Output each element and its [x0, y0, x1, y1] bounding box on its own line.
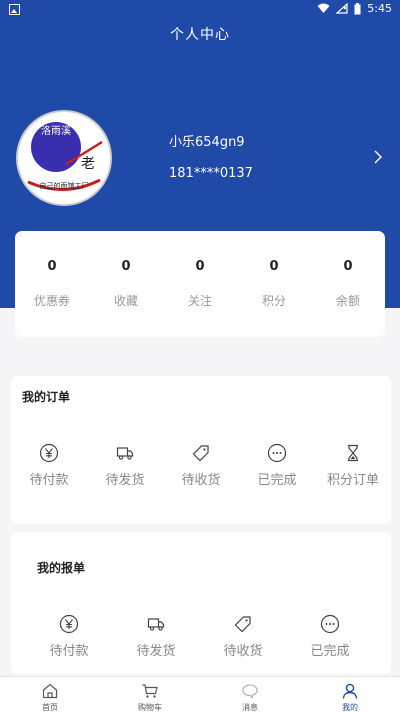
status-bar: 5:45: [0, 0, 400, 20]
tab-profile[interactable]: 我的: [300, 677, 400, 715]
order-item-label: 待付款: [29, 473, 69, 488]
reports-title: 我的报单: [37, 561, 86, 575]
report-item-label: 待发货: [136, 644, 176, 659]
home-icon: [42, 683, 58, 699]
order-item-label: 待发货: [105, 473, 145, 488]
stat-label: 收藏: [113, 294, 138, 308]
stat-value: 0: [343, 259, 353, 274]
order-item-label: 已完成: [257, 473, 297, 488]
chevron-right-icon[interactable]: [372, 150, 384, 164]
message-icon: [242, 684, 258, 699]
yen-icon: [59, 614, 79, 634]
orders-card: 我的订单 待付款 待发货 待收货 已完成 积分订单: [11, 376, 391, 524]
stat-label: 积分: [261, 294, 286, 308]
report-item-label: 已完成: [310, 644, 350, 659]
avatar-text-side: 老: [81, 156, 95, 172]
battery-icon: [354, 2, 361, 14]
stat-balance[interactable]: 0 余额: [311, 231, 385, 337]
stat-favorites[interactable]: 0 收藏: [89, 231, 163, 337]
avatar-text-top: 洛雨溪: [41, 124, 71, 137]
stat-label: 优惠券: [33, 294, 70, 308]
phone-number: 181****0137: [169, 166, 253, 181]
hourglass-icon: [348, 444, 358, 462]
username: 小乐654gn9: [169, 135, 245, 150]
wifi-icon: [317, 3, 330, 13]
tab-label: 购物车: [138, 703, 162, 712]
reports-card: 我的报单 待付款 待发货 待收货 已完成: [11, 532, 391, 674]
stat-label: 关注: [187, 294, 212, 308]
truck-icon: [116, 447, 134, 460]
stat-value: 0: [121, 259, 131, 274]
cart-icon: [142, 684, 158, 698]
more-icon: [320, 614, 340, 634]
stat-value: 0: [47, 259, 57, 274]
stat-coupons[interactable]: 0 优惠券: [15, 231, 89, 337]
stat-value: 0: [269, 259, 279, 274]
tab-cart[interactable]: 购物车: [100, 677, 200, 715]
truck-icon: [147, 618, 165, 631]
order-item-label: 积分订单: [326, 473, 379, 488]
tab-label: 我的: [342, 703, 358, 712]
gallery-icon: [9, 4, 20, 15]
tag-icon: [234, 616, 251, 633]
more-icon: [267, 443, 287, 463]
yen-icon: [39, 443, 59, 463]
avatar-logo: 洛雨溪 老 自己的面馆工厂: [18, 112, 110, 204]
tag-icon: [192, 445, 209, 462]
stats-card: 0 优惠券 0 收藏 0 关注 0 积分 0 余额: [15, 231, 385, 337]
tab-home[interactable]: 首页: [0, 677, 100, 715]
bottom-tab-bar: 首页 购物车 消息 我的: [0, 676, 400, 715]
signal-icon: [336, 3, 348, 14]
stat-following[interactable]: 0 关注: [163, 231, 237, 337]
tab-label: 消息: [242, 703, 258, 712]
stat-points[interactable]: 0 积分: [237, 231, 311, 337]
page-title: 个人中心: [170, 27, 230, 43]
report-item-label: 待付款: [49, 644, 89, 659]
user-icon: [342, 683, 358, 699]
orders-title: 我的订单: [22, 390, 71, 404]
avatar-text-bottom: 自己的面馆工厂: [40, 181, 89, 190]
tab-label: 首页: [42, 703, 58, 712]
stat-label: 余额: [335, 294, 360, 308]
order-item-label: 待收货: [181, 473, 221, 488]
report-item-label: 待收货: [223, 644, 263, 659]
stat-value: 0: [195, 259, 205, 274]
avatar[interactable]: 洛雨溪 老 自己的面馆工厂: [16, 110, 112, 206]
tab-messages[interactable]: 消息: [200, 677, 300, 715]
status-time: 5:45: [367, 2, 392, 15]
